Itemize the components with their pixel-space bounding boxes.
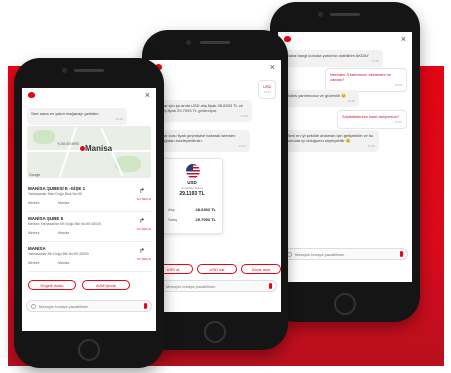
message-input-bar xyxy=(282,248,408,260)
chat-header: × xyxy=(149,60,281,74)
branch-item[interactable]: MANİSA ŞUBE 5 Merkez Yarhasanlar Mh Doğu… xyxy=(28,216,151,242)
directions-icon[interactable]: ↱ xyxy=(139,187,145,195)
chat-screen-middle: × USD 14:31 Dolar için şu anda USD alış … xyxy=(149,60,281,312)
speaker-grill xyxy=(74,69,104,72)
bot-message: Beni en iyi şekilde anlaman için gelişeb… xyxy=(283,130,379,152)
map-city-label: Manisa xyxy=(85,144,113,153)
map-road xyxy=(59,126,77,178)
camera-icon xyxy=(318,12,323,17)
directions-icon[interactable]: ↱ xyxy=(139,217,145,225)
currency-card[interactable]: USD Amerikan Doları 29.1193 TL Alış 28.6… xyxy=(161,158,223,234)
speaker-grill xyxy=(330,13,360,16)
branch-item[interactable]: MANİSA ŞUBESİ E -GİŞE 1 Yarhasanlar Mah … xyxy=(28,186,151,212)
bot-message: Dolar için şu anda USD alış fiyatı 28.63… xyxy=(154,100,252,122)
bot-message: Dolar kuru fiyatı geçmişine bakmak ister… xyxy=(154,130,250,152)
bot-message: Bahis yardımcısız ve güvenilir 😊 14:28 xyxy=(283,90,359,107)
home-button[interactable] xyxy=(204,321,226,343)
phone-left: × Size sana en yakın mağazayı getirdim 1… xyxy=(14,58,164,368)
chat-screen-right: × Sana hangi konuda yardımcı olabilirim … xyxy=(278,32,412,282)
us-flag-icon xyxy=(186,164,200,178)
home-button[interactable] xyxy=(334,293,356,315)
close-icon[interactable]: × xyxy=(270,62,275,72)
chip-fx-buy[interactable]: Döviz alım xyxy=(241,264,281,274)
microphone-icon[interactable] xyxy=(269,283,272,289)
close-icon[interactable]: × xyxy=(145,90,150,100)
speaker-grill xyxy=(200,41,230,44)
camera-icon xyxy=(186,40,191,45)
home-button[interactable] xyxy=(78,339,100,361)
chat-header: × xyxy=(22,88,156,102)
chat-screen-left: × Size sana en yakın mağazayı getirdim 1… xyxy=(22,88,156,331)
brand-logo-icon xyxy=(28,92,35,98)
chip-usd-sell[interactable]: USD sat xyxy=(197,264,237,274)
google-logo: Google xyxy=(29,173,41,177)
microphone-icon[interactable] xyxy=(400,251,403,257)
message-input[interactable] xyxy=(166,281,252,291)
microphone-icon[interactable] xyxy=(144,303,147,309)
map-district-label: YUNUSEMRE xyxy=(57,142,80,146)
emoji-icon[interactable] xyxy=(31,304,36,309)
buy-rate-row: Alış 28.6393 TL xyxy=(168,207,216,212)
message-input[interactable] xyxy=(39,301,126,311)
map-park-area xyxy=(33,130,55,144)
message-input[interactable] xyxy=(295,249,382,259)
chat-header: × xyxy=(278,32,412,46)
user-message: USD 14:31 xyxy=(258,80,276,99)
camera-icon xyxy=(62,68,67,73)
bot-message: Sana hangi konuda yardımcı olabilirim AK… xyxy=(283,50,383,67)
bot-message: Size sana en yakın mağazayı getirdim 14:… xyxy=(27,108,127,125)
phone-right: × Sana hangi konuda yardımcı olabilirim … xyxy=(270,2,420,322)
user-message: Nereden 3 kartımızın ekstresini ne zaman… xyxy=(325,68,407,92)
message-input-bar xyxy=(26,300,152,312)
branch-map[interactable]: YUNUSEMRE Manisa Google xyxy=(27,126,151,178)
directions-icon[interactable]: ↱ xyxy=(139,247,145,255)
message-input-bar xyxy=(153,280,277,292)
sell-rate-row: Satış 29.7093 TL xyxy=(168,217,216,222)
user-message: Söylediklerinin nasıl anlıyorsun? 14:29 xyxy=(337,110,407,129)
brand-logo-icon xyxy=(284,36,291,42)
close-icon[interactable]: × xyxy=(401,34,406,44)
branch-item[interactable]: MANİSA Yarhasanlar Mh Doğu Blk No:55 450… xyxy=(28,246,151,272)
chip-in-mall[interactable]: AVM içinde xyxy=(82,280,130,290)
chip-accessible[interactable]: Engelli dostu xyxy=(28,280,76,290)
